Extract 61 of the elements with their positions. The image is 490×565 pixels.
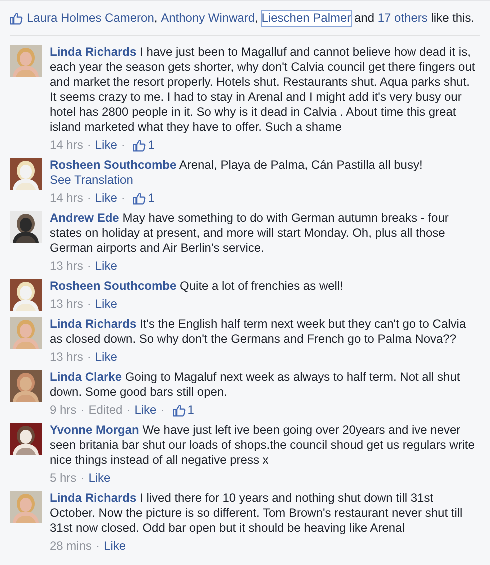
like-link[interactable]: Like [134,403,157,418]
like-link[interactable]: Like [95,191,118,206]
author-link[interactable]: Linda Richards [50,491,137,505]
others-link[interactable]: 17 others [378,10,428,26]
comment-text: Linda Clarke Going to Magaluf next week as always to half term. Not all shut down. Some good bars still open. [50,370,462,400]
edited-label: Edited [88,403,123,418]
timestamp: 14 hrs [50,138,84,153]
like-count[interactable]: 1 [133,138,156,153]
comment-text: Rosheen Southcombe Arenal, Playa de Palma, Cán Pastilla all busy! [50,158,424,173]
comment-text: Linda Richards I have just been to Magalluf and cannot believe how dead it is, each year the season gets shorter, why don't Calvia council get there fingers out and market the resort properly. Hotels shut. Restaurants shut. Aqua parks shut. It seems crazy to me. I had to stay in Arenal and I might add it's very busy our hotel has 2800 people in it. So why is it dead in Calvia . About time this great island marketed what they have to offer. Such a shame [50,45,476,135]
thumbs-up-icon [133,192,146,205]
see-translation-link[interactable]: See Translation [50,173,134,187]
separator-dot: · [160,403,165,418]
separator-dot: · [87,259,92,274]
like-link[interactable]: Like [95,350,118,365]
like-link[interactable]: Like [95,297,118,312]
liker-link[interactable]: Lieschen Palmer [262,10,352,26]
timestamp: 5 hrs [50,471,77,486]
like-count[interactable]: 1 [133,191,156,206]
comma-text: , [154,10,159,26]
separator-dot: · [96,539,100,554]
separator-dot: · [87,350,92,365]
comment-text: Linda Richards It's the English half term next week but they can't go to Calvia as closed down. So why don't the Germans and French go to Palma Nova?? [50,317,468,347]
comment-text: Rosheen Southcombe Quite a lot of frenchies as well! [50,279,344,294]
separator-dot: · [80,471,85,486]
separator-dot: · [87,138,92,153]
and-text: and [354,10,376,26]
comment-text: Yvonne Morgan We have just left ive been going over 20years and ive never seen britania bar shut our loads of shops.the council shoud get us regulars write nice things instead of all negative press x [50,423,476,468]
timestamp: 9 hrs [50,403,77,418]
comma-text: , [255,10,260,26]
like-count[interactable]: 1 [172,403,194,418]
author-link[interactable]: Rosheen Southcombe [50,158,177,172]
author-link[interactable]: Yvonne Morgan [50,423,140,437]
liker-link[interactable]: Anthony Winward [161,10,256,26]
like-link[interactable]: Like [95,259,118,274]
like-link[interactable]: Like [95,138,118,153]
author-link[interactable]: Linda Clarke [50,370,122,384]
liker-link[interactable]: Laura Holmes Cameron [27,10,154,26]
separator-dot: · [80,403,85,418]
like-link[interactable]: Like [88,471,111,486]
separator-dot: · [121,191,126,206]
author-link[interactable]: Rosheen Southcombe [50,279,177,293]
timestamp: 28 mins [50,539,92,554]
thumbs-up-icon [172,404,186,417]
like-link[interactable]: Like [104,539,126,554]
author-link[interactable]: Andrew Ede [50,211,120,225]
separator-dot: · [87,191,92,206]
thumbs-up-icon [133,139,146,152]
timestamp: 13 hrs [50,297,84,312]
like-this-text: like this. [430,10,475,26]
thumbs-up-icon [10,12,23,24]
timestamp: 13 hrs [50,350,84,365]
author-link[interactable]: Linda Richards [50,45,137,59]
separator-dot: · [87,297,92,312]
author-link[interactable]: Linda Richards [50,317,137,331]
separator-dot: · [126,403,131,418]
timestamp: 13 hrs [50,259,84,274]
comment-text: Andrew Ede May have something to do with German autumn breaks - four states on holiday at present, and more will start Monday. Oh, plus all those German airports and Air Berlin's service. [50,211,450,256]
comment-text: Linda Richards I lived there for 10 years and nothing shut down till 31st October. Now the picture is so different. Tom Brown's restaurant never shut till 31st now closed. Odd bar open but it should be heaving like Arenal [50,491,464,536]
separator-dot: · [121,138,126,153]
timestamp: 14 hrs [50,191,84,206]
